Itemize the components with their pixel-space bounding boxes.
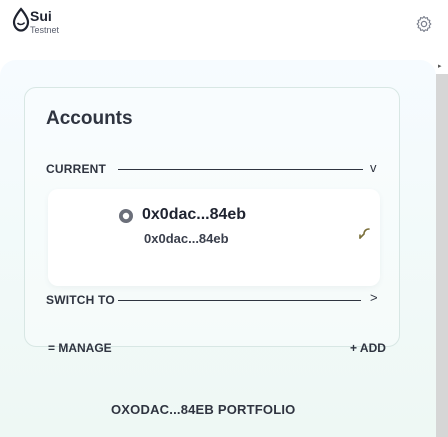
add-account-button[interactable]: + ADD xyxy=(350,341,386,355)
manage-button[interactable]: = MANAGE xyxy=(48,341,112,355)
current-section-label[interactable]: CURRENT xyxy=(46,162,106,176)
account-icon xyxy=(119,209,133,223)
copy-icon[interactable] xyxy=(356,224,374,242)
page-title: Accounts xyxy=(46,108,133,129)
sui-logo-icon xyxy=(12,7,30,32)
switch-divider xyxy=(118,300,361,301)
account-name: 0x0dac...84eb xyxy=(142,206,247,223)
chevron-right-icon[interactable]: > xyxy=(370,290,378,305)
portfolio-heading: OXODAC...84EB PORTFOLIO xyxy=(111,402,296,417)
scroll-arrow-icon[interactable]: ▸ xyxy=(438,62,442,70)
chevron-down-icon[interactable]: v xyxy=(370,160,377,175)
account-address: 0x0dac...84eb xyxy=(144,231,229,246)
scrollbar-thumb[interactable] xyxy=(436,74,448,437)
brand-name: Sui xyxy=(30,8,52,24)
current-divider xyxy=(118,169,363,170)
switch-section-label[interactable]: SWITCH TO xyxy=(46,293,115,307)
top-bar: Sui Testnet xyxy=(0,0,448,50)
gear-icon[interactable] xyxy=(415,15,433,33)
network-label: Testnet xyxy=(30,25,60,35)
